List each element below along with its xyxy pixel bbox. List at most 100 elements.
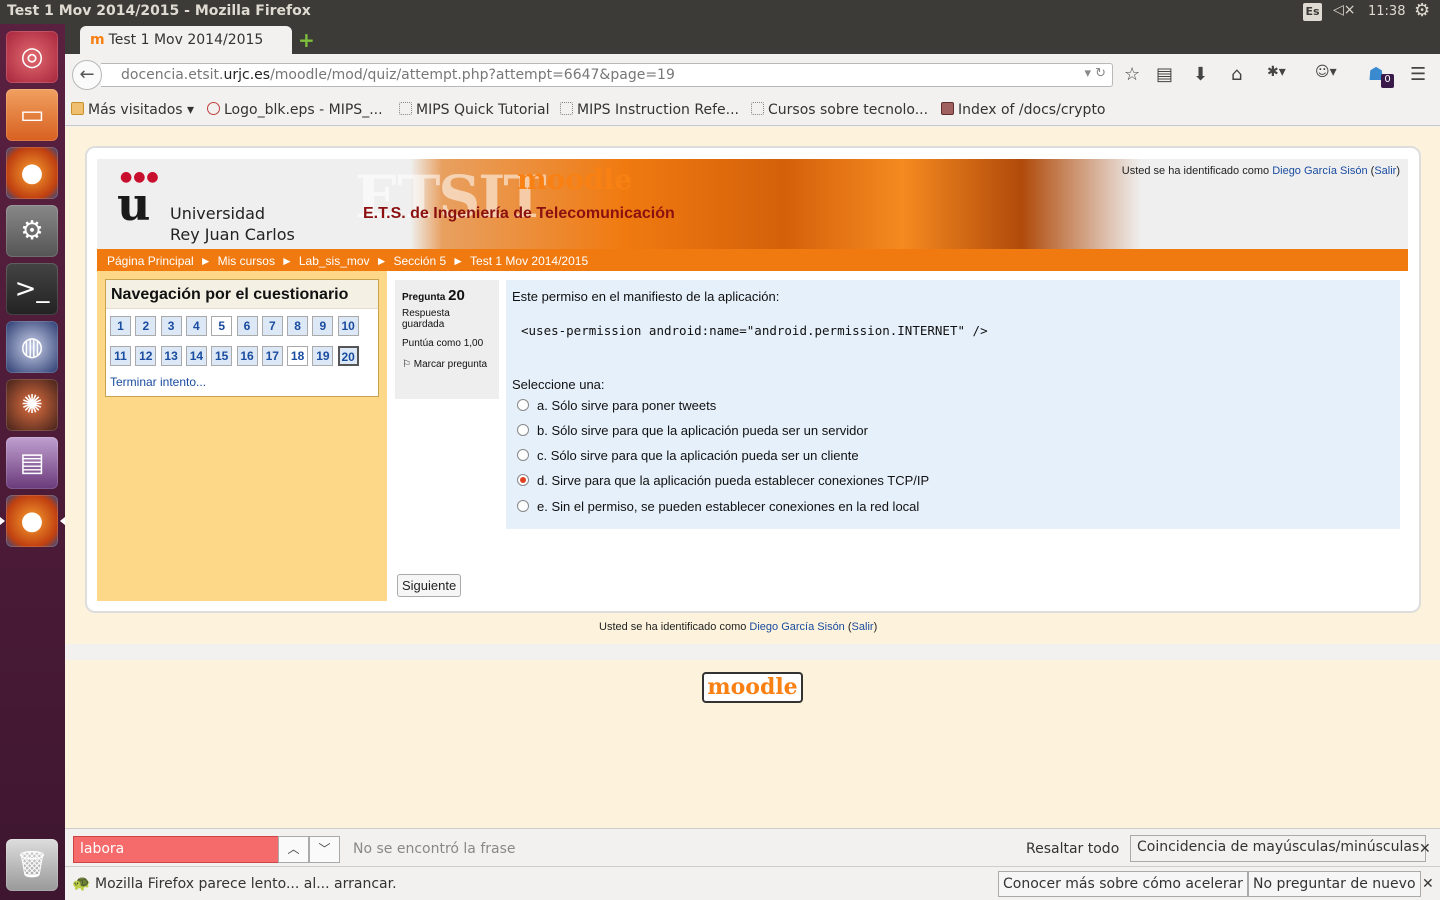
avatar-addon-icon[interactable]: ☺▾: [1315, 64, 1337, 80]
presentation-app-icon[interactable]: ▤: [6, 437, 58, 489]
close-find-icon[interactable]: ✕: [1419, 841, 1431, 857]
quiz-navigation-title: Navegación por el cuestionario: [106, 280, 378, 309]
breadcrumb-course[interactable]: Lab_sis_mov: [299, 254, 370, 268]
logout-link[interactable]: Salir: [1374, 165, 1396, 177]
breadcrumb-home[interactable]: Página Principal: [107, 254, 194, 268]
urjc-logo: ●●● u: [117, 169, 160, 231]
question-nav-button[interactable]: 6: [236, 316, 258, 336]
close-notification-icon[interactable]: ✕: [1422, 876, 1434, 892]
new-tab-plus-icon[interactable]: +: [298, 28, 315, 52]
trash-icon[interactable]: 🗑: [6, 839, 58, 891]
radio-button[interactable]: [517, 500, 529, 512]
bookmark-item[interactable]: Logo_blk.eps - MIPS_...: [207, 102, 383, 118]
reading-list-icon[interactable]: ▤: [1156, 64, 1173, 85]
url-prefix: docencia.etsit.: [121, 67, 224, 83]
breadcrumb-courses[interactable]: Mis cursos: [218, 254, 275, 268]
tab-active[interactable]: m Test 1 Mov 2014/2015: [80, 26, 292, 54]
page-icon: [399, 102, 412, 115]
question-nav-button[interactable]: 3: [160, 316, 182, 336]
question-content: Este permiso en el manifiesto de la apli…: [506, 280, 1400, 529]
bookmark-item[interactable]: Index of /docs/crypto: [941, 102, 1106, 118]
highlight-all-toggle[interactable]: Resaltar todo: [1026, 841, 1119, 857]
launcher: ◎ ▭ ● ⚙ >_ ◍ ✺ ▤ ● 🗑: [0, 24, 65, 900]
firefox-icon[interactable]: ●: [6, 147, 58, 199]
question-nav-button[interactable]: 5: [211, 316, 233, 336]
finish-attempt-link[interactable]: Terminar intento...: [110, 375, 206, 389]
site-header: ●●● u Universidad Rey Juan Carlos ETSIT E…: [97, 159, 1408, 249]
dont-ask-button[interactable]: No preguntar de nuevo: [1248, 871, 1421, 897]
question-nav-button[interactable]: 15: [211, 346, 233, 366]
radio-button[interactable]: [517, 449, 529, 461]
find-previous-icon[interactable]: ︿: [278, 836, 309, 863]
keyboard-indicator[interactable]: Es: [1303, 3, 1322, 21]
bookmark-item[interactable]: Más visitados ▾: [71, 102, 194, 118]
answer-option[interactable]: e. Sin el permiso, se pueden establecer …: [517, 499, 919, 514]
question-nav-button[interactable]: 7: [261, 316, 283, 336]
answer-option[interactable]: c. Sólo sirve para que la aplicación pue…: [517, 448, 859, 463]
volume-muted-icon[interactable]: ◁×: [1333, 2, 1356, 18]
radio-button[interactable]: [517, 424, 529, 436]
bookmark-item[interactable]: Cursos sobre tecnolo...: [751, 102, 928, 118]
question-nav-button[interactable]: 17: [261, 346, 283, 366]
flag-question[interactable]: ⚐ Marcar pregunta: [402, 359, 492, 370]
question-text: Este permiso en el manifiesto de la apli…: [512, 289, 780, 304]
user-link[interactable]: Diego García Sisón: [749, 621, 844, 633]
question-code: <uses-permission android:name="android.p…: [521, 323, 988, 338]
question-nav-button[interactable]: 4: [185, 316, 207, 336]
addon-icon[interactable]: ✱▾: [1267, 64, 1286, 80]
menu-hamburger-icon[interactable]: ☰: [1410, 64, 1426, 85]
settings-icon[interactable]: ⚙: [6, 205, 58, 257]
quiz-navigation-block: Navegación por el cuestionario 123456789…: [105, 279, 379, 397]
moodle-footer-logo[interactable]: moodle: [702, 672, 803, 703]
clock[interactable]: 11:38: [1368, 4, 1405, 19]
user-link[interactable]: Diego García Sisón: [1272, 165, 1367, 177]
image-app-icon[interactable]: ✺: [6, 379, 58, 431]
bookmark-star-icon[interactable]: ☆: [1124, 64, 1140, 85]
terminal-icon[interactable]: >_: [6, 263, 58, 315]
match-case-toggle[interactable]: Coincidencia de mayúsculas/minúsculas: [1130, 835, 1427, 862]
reload-icon[interactable]: ▾ ↻: [1084, 66, 1106, 81]
answer-option[interactable]: a. Sólo sirve para poner tweets: [517, 398, 716, 413]
question-nav-button[interactable]: 19: [312, 346, 334, 366]
question-nav-button[interactable]: 2: [135, 316, 157, 336]
page-icon: [751, 102, 764, 115]
url-bar[interactable]: docencia.etsit.urjc.es/moodle/mod/quiz/a…: [101, 63, 1113, 87]
flag-icon: ⚐: [402, 359, 411, 370]
answer-option[interactable]: b. Sólo sirve para que la aplicación pue…: [517, 423, 868, 438]
question-nav-button[interactable]: 18: [287, 346, 309, 366]
bookmark-item[interactable]: MIPS Instruction Refe...: [560, 102, 739, 118]
firefox-active-icon[interactable]: ●: [0, 495, 65, 547]
files-icon[interactable]: ▭: [6, 89, 58, 141]
question-nav-button[interactable]: 14: [185, 346, 207, 366]
breadcrumb-section[interactable]: Sección 5: [393, 254, 446, 268]
find-input[interactable]: labora: [73, 836, 279, 863]
bookmark-item[interactable]: MIPS Quick Tutorial: [399, 102, 550, 118]
window-title: Test 1 Mov 2014/2015 - Mozilla Firefox: [7, 3, 311, 19]
logout-link[interactable]: Salir: [852, 621, 874, 633]
question-nav-button[interactable]: 20: [337, 346, 359, 366]
question-nav-button[interactable]: 11: [110, 346, 131, 366]
ubuntu-dash-icon[interactable]: ◎: [6, 31, 58, 83]
home-icon[interactable]: ⌂: [1231, 64, 1242, 85]
back-arrow-icon[interactable]: ←: [72, 60, 102, 90]
question-nav-button[interactable]: 8: [287, 316, 309, 336]
question-nav-button[interactable]: 9: [312, 316, 334, 336]
radio-button[interactable]: [517, 399, 529, 411]
download-icon[interactable]: ⬇: [1193, 64, 1208, 85]
gear-icon[interactable]: ⚙: [1414, 0, 1430, 21]
question-nav-button[interactable]: 13: [160, 346, 182, 366]
breadcrumb-current[interactable]: Test 1 Mov 2014/2015: [470, 254, 588, 268]
addon-badge: 0: [1381, 74, 1394, 88]
page-icon: [560, 102, 573, 115]
next-button[interactable]: Siguiente: [397, 574, 462, 597]
learn-more-button[interactable]: Conocer más sobre cómo acelerar: [998, 871, 1248, 897]
question-nav-button[interactable]: 12: [135, 346, 157, 366]
question-nav-button[interactable]: 16: [236, 346, 258, 366]
page-content: ●●● u Universidad Rey Juan Carlos ETSIT E…: [65, 127, 1440, 828]
find-next-icon[interactable]: ﹀: [309, 836, 340, 863]
question-nav-button[interactable]: 10: [337, 316, 359, 336]
question-nav-button[interactable]: 1: [110, 316, 131, 336]
globe-app-icon[interactable]: ◍: [6, 321, 58, 373]
answer-option[interactable]: d. Sirve para que la aplicación pueda es…: [517, 473, 929, 488]
radio-button[interactable]: [517, 474, 529, 486]
